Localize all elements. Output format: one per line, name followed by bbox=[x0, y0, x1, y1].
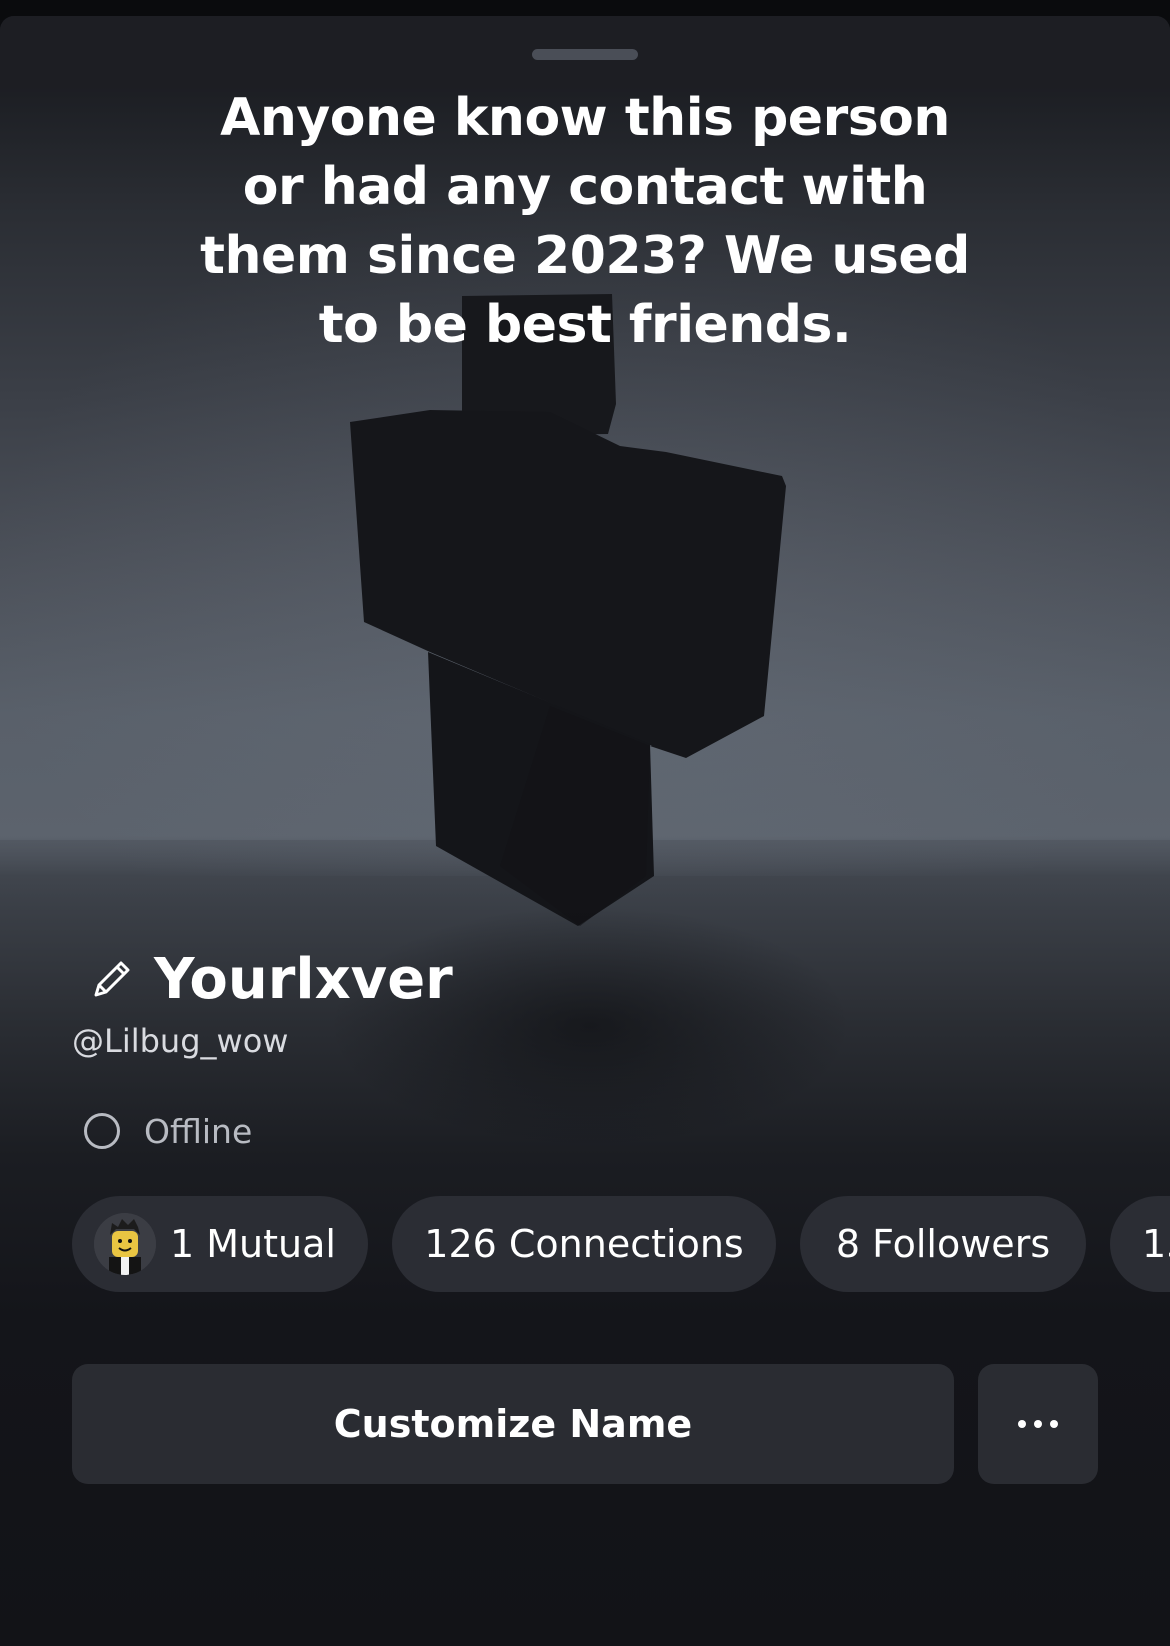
profile-screen: Anyone know this person or had any conta… bbox=[0, 0, 1170, 1646]
avatar-shadow bbox=[330, 896, 850, 1156]
connections-label: 126 Connections bbox=[424, 1222, 744, 1266]
following-pill[interactable]: 15 bbox=[1110, 1196, 1170, 1292]
mutual-label: 1 Mutual bbox=[170, 1222, 336, 1266]
followers-label: 8 Followers bbox=[835, 1222, 1051, 1266]
more-options-button[interactable] bbox=[978, 1364, 1098, 1484]
profile-actions: Customize Name bbox=[72, 1364, 1100, 1484]
display-name-row[interactable]: Yourlxver bbox=[88, 944, 453, 1014]
pencil-icon[interactable] bbox=[88, 955, 136, 1003]
status-text: Offline bbox=[144, 1111, 253, 1151]
ellipsis-icon bbox=[1018, 1420, 1058, 1428]
followers-pill[interactable]: 8 Followers bbox=[800, 1196, 1086, 1292]
offline-circle-icon bbox=[84, 1113, 120, 1149]
overlay-caption: Anyone know this person or had any conta… bbox=[200, 88, 970, 355]
connections-pill[interactable]: 126 Connections bbox=[392, 1196, 776, 1292]
sheet-grabber-handle[interactable] bbox=[532, 49, 638, 60]
customize-name-button[interactable]: Customize Name bbox=[72, 1364, 954, 1484]
presence-status: Offline bbox=[84, 1110, 252, 1152]
stats-pills: 1 Mutual 126 Connections 8 Followers 15 bbox=[72, 1196, 1170, 1292]
mutual-avatar-icon bbox=[94, 1213, 156, 1275]
mutual-pill[interactable]: 1 Mutual bbox=[72, 1196, 368, 1292]
following-label-partial: 15 bbox=[1142, 1222, 1170, 1266]
display-name: Yourlxver bbox=[154, 946, 453, 1012]
username: @Lilbug_wow bbox=[72, 1022, 289, 1060]
avatar-render bbox=[350, 294, 786, 926]
